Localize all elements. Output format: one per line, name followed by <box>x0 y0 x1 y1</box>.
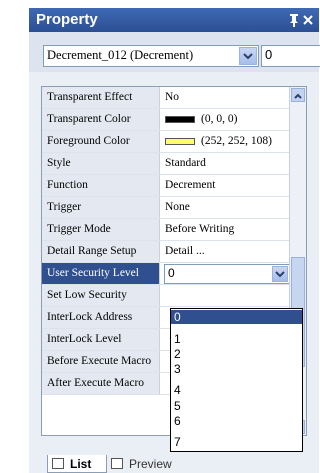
property-name: Foreground Color <box>42 131 160 152</box>
property-row[interactable]: Foreground Color (252, 252, 108) <box>42 131 290 153</box>
property-row[interactable]: Trigger Mode Before Writing <box>42 219 290 241</box>
list-icon <box>52 458 64 469</box>
property-row[interactable]: Trigger None <box>42 197 290 219</box>
property-value: None <box>165 201 190 213</box>
scroll-up-arrow-icon[interactable] <box>291 88 305 102</box>
number-field-value: 0 <box>265 47 273 62</box>
tab-list[interactable]: List <box>47 455 107 473</box>
dropdown-option-5[interactable]: 5 <box>171 399 302 413</box>
property-name: Style <box>42 153 160 174</box>
property-row[interactable]: Function Decrement <box>42 175 290 197</box>
preview-icon <box>111 458 123 469</box>
property-value: No <box>165 91 180 103</box>
dropdown-option-6[interactable]: 6 <box>171 414 302 428</box>
property-name: User Security Level <box>42 263 160 284</box>
property-name: After Execute Macro <box>42 373 160 394</box>
chevron-down-icon[interactable] <box>239 47 257 65</box>
property-row[interactable]: Set Low Security <box>42 285 290 307</box>
number-field[interactable]: 0 <box>261 45 320 67</box>
security-level-value: 0 <box>168 266 175 280</box>
title-bar: Property <box>29 8 319 32</box>
property-value-color: (0, 0, 0) <box>165 109 237 130</box>
color-value: (252, 252, 108) <box>201 135 272 147</box>
object-select[interactable]: Decrement_012 (Decrement) <box>43 45 259 67</box>
security-level-select[interactable]: 0 <box>164 264 290 284</box>
property-value: Standard <box>165 157 206 169</box>
color-swatch <box>165 115 195 123</box>
dropdown-option-2[interactable]: 2 <box>171 347 302 361</box>
dropdown-option-1[interactable]: 1 <box>171 332 302 346</box>
property-row[interactable]: Detail Range Setup Detail ... <box>42 241 290 263</box>
color-value: (0, 0, 0) <box>201 113 238 125</box>
property-value: Detail ... <box>165 245 205 257</box>
property-name: Transparent Effect <box>42 87 160 108</box>
property-name: Detail Range Setup <box>42 241 160 262</box>
tab-preview[interactable]: Preview <box>107 455 187 473</box>
property-name: Before Execute Macro <box>42 351 160 372</box>
property-name: Trigger Mode <box>42 219 160 240</box>
property-name: Function <box>42 175 160 196</box>
dropdown-option-0[interactable]: 0 <box>171 310 302 324</box>
property-name: InterLock Level <box>42 329 160 350</box>
pin-icon[interactable] <box>288 12 300 28</box>
title-icons <box>288 12 314 28</box>
property-name: Trigger <box>42 197 160 218</box>
dropdown-option-7[interactable]: 7 <box>171 435 302 449</box>
property-name: InterLock Address <box>42 307 160 328</box>
property-name: Transparent Color <box>42 109 160 130</box>
property-value: Decrement <box>165 179 216 191</box>
property-value-color: (252, 252, 108) <box>165 131 272 152</box>
panel-title: Property <box>36 11 98 28</box>
dropdown-option-4[interactable]: 4 <box>171 383 302 397</box>
property-row[interactable]: Transparent Color (0, 0, 0) <box>42 109 290 131</box>
property-row[interactable]: Style Standard <box>42 153 290 175</box>
close-icon[interactable] <box>302 12 314 28</box>
property-value: Before Writing <box>165 223 235 235</box>
tab-preview-label: Preview <box>129 457 172 471</box>
tab-bar: List Preview <box>41 453 307 473</box>
property-row-selected[interactable]: User Security Level 0 <box>42 263 290 285</box>
property-name: Set Low Security <box>42 285 160 306</box>
property-row[interactable]: Transparent Effect No <box>42 87 290 109</box>
tab-list-label: List <box>70 457 92 471</box>
object-select-value: Decrement_012 (Decrement) <box>47 48 194 62</box>
object-selector-bar: Decrement_012 (Decrement) 0 <box>29 32 320 72</box>
dropdown-option-3[interactable]: 3 <box>171 362 302 376</box>
security-level-dropdown[interactable]: 0 1 2 3 4 5 6 7 <box>170 308 303 452</box>
chevron-down-icon[interactable] <box>272 266 288 282</box>
color-swatch <box>165 137 195 145</box>
